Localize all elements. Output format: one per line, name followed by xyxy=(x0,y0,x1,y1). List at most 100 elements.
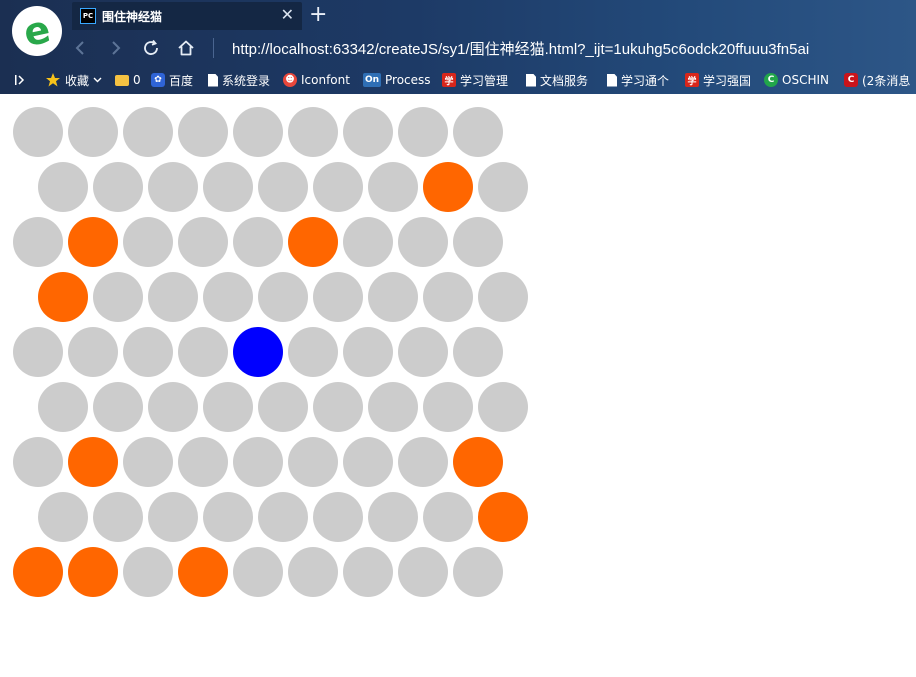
empty-circle[interactable] xyxy=(13,437,63,487)
reload-button[interactable] xyxy=(139,36,163,60)
empty-circle[interactable] xyxy=(178,217,228,267)
address-bar[interactable]: http://localhost:63342/createJS/sy1/围住神经… xyxy=(232,38,809,59)
empty-circle[interactable] xyxy=(148,272,198,322)
empty-circle[interactable] xyxy=(343,327,393,377)
empty-circle[interactable] xyxy=(478,382,528,432)
empty-circle[interactable] xyxy=(258,382,308,432)
empty-circle[interactable] xyxy=(423,382,473,432)
empty-circle[interactable] xyxy=(398,327,448,377)
pycharm-icon: PC xyxy=(80,8,96,24)
empty-circle[interactable] xyxy=(123,437,173,487)
empty-circle[interactable] xyxy=(453,107,503,157)
bookmark-system-login[interactable]: 系统登录 xyxy=(208,70,270,90)
empty-circle[interactable] xyxy=(288,547,338,597)
empty-circle[interactable] xyxy=(478,162,528,212)
empty-circle[interactable] xyxy=(123,327,173,377)
empty-circle[interactable] xyxy=(453,327,503,377)
back-button[interactable] xyxy=(68,36,92,60)
empty-circle[interactable] xyxy=(38,162,88,212)
bookmark-processon[interactable]: On Process xyxy=(363,70,431,90)
empty-circle[interactable] xyxy=(453,547,503,597)
empty-circle[interactable] xyxy=(343,217,393,267)
empty-circle[interactable] xyxy=(288,327,338,377)
empty-circle[interactable] xyxy=(148,382,198,432)
empty-circle[interactable] xyxy=(13,327,63,377)
bookmark-favorites[interactable]: 收藏 xyxy=(45,70,102,90)
empty-circle[interactable] xyxy=(203,492,253,542)
empty-circle[interactable] xyxy=(343,547,393,597)
bookmark-iconfont[interactable]: ☻ Iconfont xyxy=(283,70,350,90)
new-tab-button[interactable]: + xyxy=(309,2,327,28)
empty-circle[interactable] xyxy=(368,272,418,322)
empty-circle[interactable] xyxy=(258,162,308,212)
empty-circle[interactable] xyxy=(13,107,63,157)
home-button[interactable] xyxy=(174,36,198,60)
empty-circle[interactable] xyxy=(343,437,393,487)
browser-logo-icon: e xyxy=(19,6,55,56)
bookmark-folder[interactable]: 0 xyxy=(115,70,141,90)
empty-circle[interactable] xyxy=(233,437,283,487)
bookmark-oschina[interactable]: C OSCHIN xyxy=(764,70,829,90)
forward-icon xyxy=(112,41,121,55)
empty-circle[interactable] xyxy=(313,382,363,432)
empty-circle[interactable] xyxy=(38,382,88,432)
empty-circle[interactable] xyxy=(343,107,393,157)
empty-circle[interactable] xyxy=(398,217,448,267)
empty-circle[interactable] xyxy=(203,382,253,432)
empty-circle[interactable] xyxy=(258,492,308,542)
empty-circle[interactable] xyxy=(313,272,363,322)
empty-circle[interactable] xyxy=(423,272,473,322)
back-icon xyxy=(75,41,84,55)
empty-circle[interactable] xyxy=(398,107,448,157)
empty-circle[interactable] xyxy=(288,107,338,157)
browser-tab[interactable]: PC 围住神经猫 ✕ xyxy=(72,2,302,30)
empty-circle[interactable] xyxy=(123,217,173,267)
empty-circle[interactable] xyxy=(68,107,118,157)
empty-circle[interactable] xyxy=(38,492,88,542)
tab-close-icon[interactable]: ✕ xyxy=(281,5,294,24)
empty-circle[interactable] xyxy=(423,492,473,542)
empty-circle[interactable] xyxy=(453,217,503,267)
bookmark-baidu[interactable]: ✿ 百度 xyxy=(151,70,193,90)
forward-button[interactable] xyxy=(104,36,128,60)
empty-circle[interactable] xyxy=(233,217,283,267)
empty-circle[interactable] xyxy=(233,107,283,157)
empty-circle[interactable] xyxy=(368,492,418,542)
xuexi-icon: 学 xyxy=(685,73,699,87)
empty-circle[interactable] xyxy=(368,382,418,432)
empty-circle[interactable] xyxy=(178,437,228,487)
bookmark-doc-service[interactable]: 文档服务 xyxy=(526,70,588,90)
sidebar-toggle-button[interactable] xyxy=(14,70,26,90)
empty-circle[interactable] xyxy=(398,437,448,487)
empty-circle[interactable] xyxy=(148,162,198,212)
page-icon xyxy=(526,73,536,87)
empty-circle[interactable] xyxy=(178,327,228,377)
empty-circle[interactable] xyxy=(233,547,283,597)
blocked-circle xyxy=(13,547,63,597)
bookmark-xuexi-qiangguo[interactable]: 学 学习强国 xyxy=(685,70,751,90)
bookmark-csdn[interactable]: C (2条消息 xyxy=(844,70,910,90)
empty-circle[interactable] xyxy=(93,272,143,322)
empty-circle[interactable] xyxy=(288,437,338,487)
empty-circle[interactable] xyxy=(313,492,363,542)
empty-circle[interactable] xyxy=(398,547,448,597)
empty-circle[interactable] xyxy=(478,272,528,322)
empty-circle[interactable] xyxy=(313,162,363,212)
bookmark-xuexitong[interactable]: 学习通个 xyxy=(607,70,669,90)
empty-circle[interactable] xyxy=(68,327,118,377)
browser-logo[interactable]: e xyxy=(12,6,62,56)
empty-circle[interactable] xyxy=(203,272,253,322)
empty-circle[interactable] xyxy=(258,272,308,322)
empty-circle[interactable] xyxy=(123,107,173,157)
empty-circle[interactable] xyxy=(123,547,173,597)
empty-circle[interactable] xyxy=(93,382,143,432)
bookmark-label: 学习强国 xyxy=(703,73,752,88)
empty-circle[interactable] xyxy=(368,162,418,212)
empty-circle[interactable] xyxy=(13,217,63,267)
bookmark-study-manage[interactable]: 学 学习管理 xyxy=(442,70,508,90)
empty-circle[interactable] xyxy=(93,162,143,212)
empty-circle[interactable] xyxy=(93,492,143,542)
empty-circle[interactable] xyxy=(178,107,228,157)
empty-circle[interactable] xyxy=(148,492,198,542)
empty-circle[interactable] xyxy=(203,162,253,212)
